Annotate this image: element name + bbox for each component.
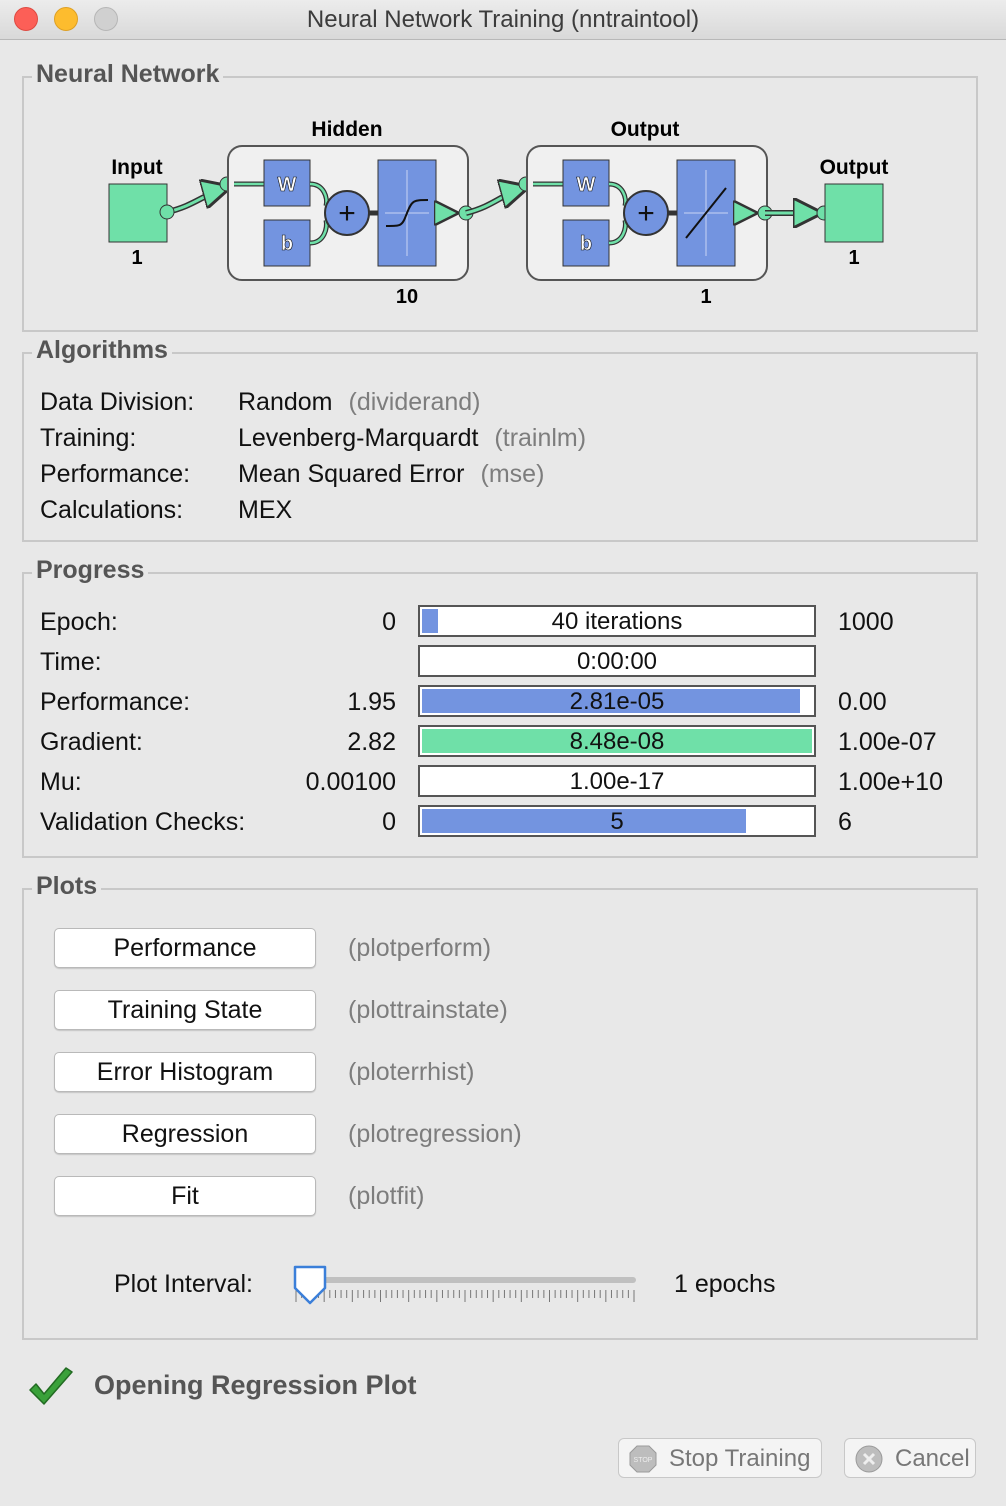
algo-function: (trainlm) [494,424,587,452]
plot-interval-slider-thumb[interactable] [292,1264,328,1306]
progress-row-epoch: Epoch: 0 40 iterations 1000 [24,604,974,638]
svg-text:STOP: STOP [634,1457,653,1464]
plots-group: Plots Performance (plotperform) Training… [22,872,978,1340]
input-node [108,183,168,243]
plot-error-histogram-button[interactable]: Error Histogram [54,1052,316,1092]
title-bar: Neural Network Training (nntraintool) [0,0,1006,40]
progress-row-time: Time: 0:00:00 [24,644,974,678]
svg-text:W: W [577,174,596,196]
plot-interval-label: Plot Interval: [114,1270,253,1298]
stop-icon: STOP [629,1445,657,1473]
progress-label: Epoch: [40,608,118,636]
window-title: Neural Network Training (nntraintool) [306,6,700,33]
input-label: Input [111,156,162,179]
progress-current-value: 2.81e-05 [569,688,665,715]
stop-training-button[interactable]: STOP Stop Training [618,1438,822,1478]
output-node [824,183,884,243]
progress-end-value: 1.00e+10 [838,768,943,796]
plot-interval-value: 1 epochs [674,1270,776,1298]
progress-start-value: 1.95 [347,688,396,716]
plot-training-state-button[interactable]: Training State [54,990,316,1030]
output-size: 1 [848,247,859,269]
progress-current-value: 8.48e-08 [569,728,665,755]
progress-bar: 0:00:00 [418,645,816,677]
stop-training-label: Stop Training [669,1445,811,1472]
group-label-progress: Progress [32,556,149,585]
algo-key: Data Division: [40,388,195,416]
algo-key: Calculations: [40,496,184,524]
algo-value: MEX [238,496,293,524]
progress-current-value: 5 [610,808,624,835]
hidden-layer-size: 10 [396,286,418,308]
progress-row-performance: Performance: 1.95 2.81e-05 0.00 [24,684,974,718]
group-label-algorithms: Algorithms [32,336,172,365]
progress-bar: 1.00e-17 [418,765,816,797]
progress-end-value: 0.00 [838,688,887,716]
cancel-button[interactable]: Cancel [844,1438,976,1478]
algo-value: Random [238,388,333,416]
plot-fit-button[interactable]: Fit [54,1176,316,1216]
progress-label: Gradient: [40,728,143,756]
progress-current-value: 40 iterations [551,608,683,635]
slider-ticks [295,1290,635,1302]
cancel-label: Cancel [895,1445,970,1472]
output-label: Output [820,156,889,179]
svg-text:b: b [580,233,592,255]
plot-function: (plotfit) [348,1182,425,1210]
progress-current-value: 1.00e-17 [569,768,665,795]
algo-function: (mse) [480,460,545,488]
svg-text:b: b [281,233,293,255]
algo-key: Training: [40,424,137,452]
progress-label: Performance: [40,688,191,716]
algo-function: (dividerand) [348,388,481,416]
status-text: Opening Regression Plot [94,1370,417,1400]
progress-row-validation-checks: Validation Checks: 0 5 6 [24,804,974,838]
progress-end-value: 1.00e-07 [838,728,937,756]
neural-network-group: Neural Network Input 1 Hidden W b + 10 O… [22,60,978,332]
hidden-layer-label: Hidden [311,118,382,141]
progress-bar: 2.81e-05 [418,685,816,717]
output-layer-size: 1 [700,286,711,308]
checkmark-icon [29,1367,73,1405]
progress-label: Time: [40,648,102,676]
input-size: 1 [131,247,142,269]
group-label-plots: Plots [32,872,102,901]
progress-start-value: 2.82 [347,728,396,756]
progress-current-value: 0:00:00 [576,648,658,675]
svg-text:+: + [637,197,655,230]
plot-function: (plotregression) [348,1120,522,1148]
progress-bar: 8.48e-08 [418,725,816,757]
network-diagram: Input 1 Hidden W b + 10 Output W b + 1 O… [108,118,889,308]
progress-start-value: 0 [382,608,396,636]
progress-bar: 5 [418,805,816,837]
cancel-icon [855,1445,883,1473]
progress-end-value: 6 [838,808,852,836]
plot-interval-slider-track[interactable] [294,1277,636,1283]
algo-value: Levenberg-Marquardt [238,424,479,452]
plot-regression-button[interactable]: Regression [54,1114,316,1154]
progress-row-gradient: Gradient: 2.82 8.48e-08 1.00e-07 [24,724,974,758]
svg-text:W: W [278,174,297,196]
progress-start-value: 0.00100 [305,768,396,796]
output-layer-label: Output [611,118,680,141]
plot-function: (ploterrhist) [348,1058,475,1086]
progress-label: Validation Checks: [40,808,246,836]
progress-end-value: 1000 [838,608,894,636]
algorithms-group: Algorithms Data Division: Random (divider… [22,336,978,542]
plot-performance-button[interactable]: Performance [54,928,316,968]
svg-text:+: + [338,197,356,230]
progress-row-mu: Mu: 0.00100 1.00e-17 1.00e+10 [24,764,974,798]
plot-function: (plottrainstate) [348,996,508,1024]
progress-label: Mu: [40,768,82,796]
progress-group: Progress Epoch: 0 40 iterations 1000 Time: 0:… [22,556,978,858]
plot-function: (plotperform) [348,934,492,962]
progress-bar: 40 iterations [418,605,816,637]
progress-start-value: 0 [382,808,396,836]
algo-value: Mean Squared Error [238,460,465,488]
algo-key: Performance: [40,460,191,488]
